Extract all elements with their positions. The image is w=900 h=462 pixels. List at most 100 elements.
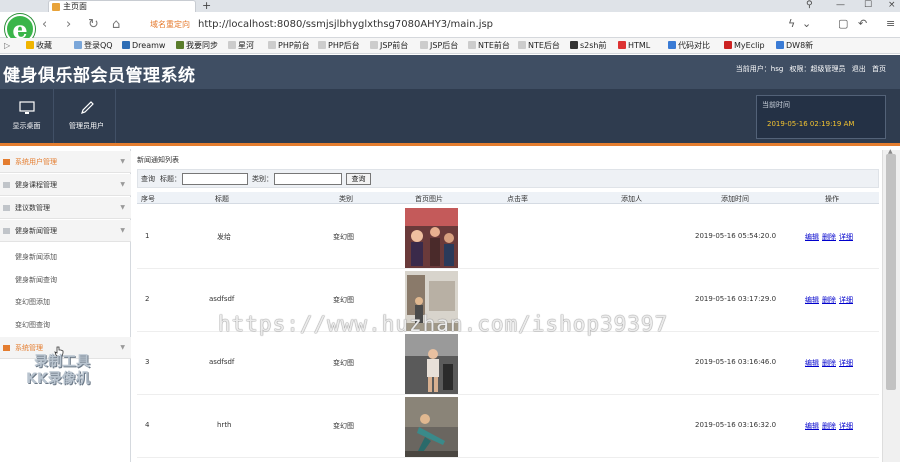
table-row: 4 hrth 变幻图 2019-05-16 03:16:32.0 编辑 删除 详细 bbox=[137, 396, 879, 458]
category-label: 类别： bbox=[252, 175, 273, 183]
bookmark-item[interactable]: PHP后台 bbox=[318, 38, 360, 53]
cell-id: 1 bbox=[145, 232, 150, 240]
menu-icon[interactable]: ≡ bbox=[886, 17, 895, 30]
cell-id: 3 bbox=[145, 358, 150, 366]
url-text: http://localhost:8080/ssmjsjlbhyglxthsg7… bbox=[198, 19, 494, 30]
bookmark-item[interactable]: 星河 bbox=[228, 38, 254, 53]
bookmark-item[interactable]: s2sh前 bbox=[570, 38, 607, 53]
show-desktop-label: 显示桌面 bbox=[12, 122, 41, 130]
sidebar-item-carousel-add[interactable]: 变幻图添加 bbox=[15, 297, 50, 307]
minimize-button[interactable]: — bbox=[836, 0, 845, 10]
row-actions: 编辑 删除 详细 bbox=[805, 295, 856, 305]
lightning-icon[interactable]: ϟ bbox=[788, 17, 795, 30]
bookmark-item[interactable]: Dreamw bbox=[122, 38, 165, 53]
bookmark-item[interactable]: PHP前台 bbox=[268, 38, 310, 53]
new-tab-button[interactable]: + bbox=[202, 0, 211, 12]
delete-link[interactable]: 删除 bbox=[822, 422, 836, 430]
vertical-scrollbar[interactable]: ▲ bbox=[882, 148, 900, 462]
chevron-down-icon[interactable]: ⌄ bbox=[802, 17, 811, 30]
sidebar-item-news-query[interactable]: 健身新闻查询 bbox=[15, 275, 57, 285]
cell-time: 2019-05-16 03:16:32.0 bbox=[695, 421, 777, 429]
chevron-down-icon: ▼ bbox=[120, 227, 125, 234]
logout-link[interactable]: 退出 bbox=[852, 65, 866, 73]
sidebar-group-system-users[interactable]: 系统用户管理 ▼ bbox=[0, 151, 131, 173]
row-actions: 编辑 删除 详细 bbox=[805, 358, 856, 368]
bookmark-item[interactable]: JSP前台 bbox=[370, 38, 408, 53]
edit-link[interactable]: 编辑 bbox=[805, 296, 819, 304]
sidebar-group-fitness-courses[interactable]: 健身课程管理 ▼ bbox=[0, 174, 131, 196]
app-toolbar: 显示桌面 管理员用户 当前时间 2019-05-16 02:19:19 AM bbox=[0, 89, 900, 146]
watermark: https://www.huzhan.com/ishop39397 bbox=[218, 312, 669, 336]
sidebar-toggle-icon[interactable]: ▢ bbox=[838, 17, 848, 30]
bookmark-item[interactable]: NTE前台 bbox=[468, 38, 510, 53]
bookmark-item[interactable]: HTML bbox=[618, 38, 650, 53]
page-favicon bbox=[52, 3, 60, 11]
admin-user-button[interactable]: 管理员用户 bbox=[58, 89, 116, 143]
thumbnail-image[interactable] bbox=[405, 208, 458, 268]
sidebar-group-suggestions[interactable]: 建议数管理 ▼ bbox=[0, 197, 131, 219]
cell-id: 4 bbox=[145, 421, 150, 429]
main-content: 新闻通知列表 查询 标题： 类别： 查询 序号 标题 类别 首页图片 点击率 添… bbox=[135, 150, 880, 462]
current-time-panel: 当前时间 2019-05-16 02:19:19 AM bbox=[756, 95, 886, 139]
bookmark-item[interactable]: DW8新 bbox=[776, 38, 813, 53]
time-value: 2019-05-16 02:19:19 AM bbox=[767, 120, 855, 128]
app-header: 健身俱乐部会员管理系统 当前用户：hsg 权限：超级管理员 退出 首页 bbox=[0, 55, 900, 89]
domain-redirect-tag: 域名重定向 bbox=[150, 20, 190, 29]
bookmark-item[interactable]: 登录QQ bbox=[74, 38, 113, 53]
sidebar-group-fitness-news[interactable]: 健身新闻管理 ▼ bbox=[0, 220, 131, 242]
refresh-icon[interactable]: ↻ bbox=[88, 17, 99, 32]
search-button[interactable]: 查询 bbox=[346, 173, 371, 185]
cell-title: asdfsdf bbox=[209, 358, 235, 366]
row-actions: 编辑 删除 详细 bbox=[805, 421, 856, 431]
undo-icon[interactable]: ↶ bbox=[858, 17, 867, 30]
bookmark-item[interactable]: 收藏 bbox=[26, 38, 52, 53]
gear-icon bbox=[3, 345, 10, 351]
table-header: 序号 标题 类别 首页图片 点击率 添加人 添加时间 操作 bbox=[137, 192, 879, 204]
scrollbar-thumb[interactable] bbox=[886, 154, 896, 390]
cell-category: 变幻图 bbox=[333, 359, 354, 367]
cell-category: 变幻图 bbox=[333, 422, 354, 430]
url-field[interactable]: 域名重定向 http://localhost:8080/ssmjsjlbhyglx… bbox=[140, 16, 760, 34]
back-button[interactable]: ‹ bbox=[42, 17, 47, 32]
delete-link[interactable]: 删除 bbox=[822, 233, 836, 241]
browser-tab[interactable]: 主页面 bbox=[48, 0, 196, 12]
bookmark-item[interactable]: MyEclip bbox=[724, 38, 765, 53]
home-icon[interactable]: ⌂ bbox=[112, 17, 120, 32]
show-desktop-button[interactable]: 显示桌面 bbox=[0, 89, 54, 143]
thumbnail-image[interactable] bbox=[405, 334, 458, 394]
detail-link[interactable]: 详细 bbox=[839, 359, 853, 367]
title-input[interactable] bbox=[182, 173, 248, 185]
column-header: 添加时间 bbox=[721, 195, 749, 203]
edit-link[interactable]: 编辑 bbox=[805, 359, 819, 367]
detail-link[interactable]: 详细 bbox=[839, 422, 853, 430]
cell-title: hrth bbox=[217, 421, 232, 429]
chevron-down-icon: ▼ bbox=[120, 204, 125, 211]
bookmark-toggle-icon[interactable]: ▷ bbox=[4, 38, 10, 53]
sidebar-item-carousel-query[interactable]: 变幻图查询 bbox=[15, 320, 50, 330]
column-header: 首页图片 bbox=[415, 195, 443, 203]
bookmark-item[interactable]: 我要同步 bbox=[176, 38, 218, 53]
chevron-down-icon: ▼ bbox=[120, 158, 125, 165]
detail-link[interactable]: 详细 bbox=[839, 233, 853, 241]
home-link[interactable]: 首页 bbox=[872, 65, 886, 73]
edit-link[interactable]: 编辑 bbox=[805, 422, 819, 430]
bookmark-item[interactable]: NTE后台 bbox=[518, 38, 560, 53]
close-icon[interactable]: × bbox=[888, 0, 896, 10]
category-input[interactable] bbox=[274, 173, 342, 185]
delete-link[interactable]: 删除 bbox=[822, 359, 836, 367]
bookmark-item[interactable]: 代码对比 bbox=[668, 38, 710, 53]
tab-title: 主页面 bbox=[63, 2, 87, 11]
delete-link[interactable]: 删除 bbox=[822, 296, 836, 304]
forward-button[interactable]: › bbox=[66, 17, 71, 32]
thumbnail-image[interactable] bbox=[405, 397, 458, 457]
bookmark-item[interactable]: JSP后台 bbox=[420, 38, 458, 53]
shield-icon[interactable]: ⚲ bbox=[806, 0, 813, 10]
cell-category: 变幻图 bbox=[333, 296, 354, 304]
maximize-button[interactable]: ☐ bbox=[864, 0, 872, 10]
stamp-line: KK录像机 bbox=[26, 371, 90, 387]
sidebar-group-label: 建议数管理 bbox=[15, 204, 50, 212]
detail-link[interactable]: 详细 bbox=[839, 296, 853, 304]
sidebar-item-news-add[interactable]: 健身新闻添加 bbox=[15, 252, 57, 262]
edit-link[interactable]: 编辑 bbox=[805, 233, 819, 241]
query-bar: 查询 标题： 类别： 查询 bbox=[137, 169, 879, 188]
